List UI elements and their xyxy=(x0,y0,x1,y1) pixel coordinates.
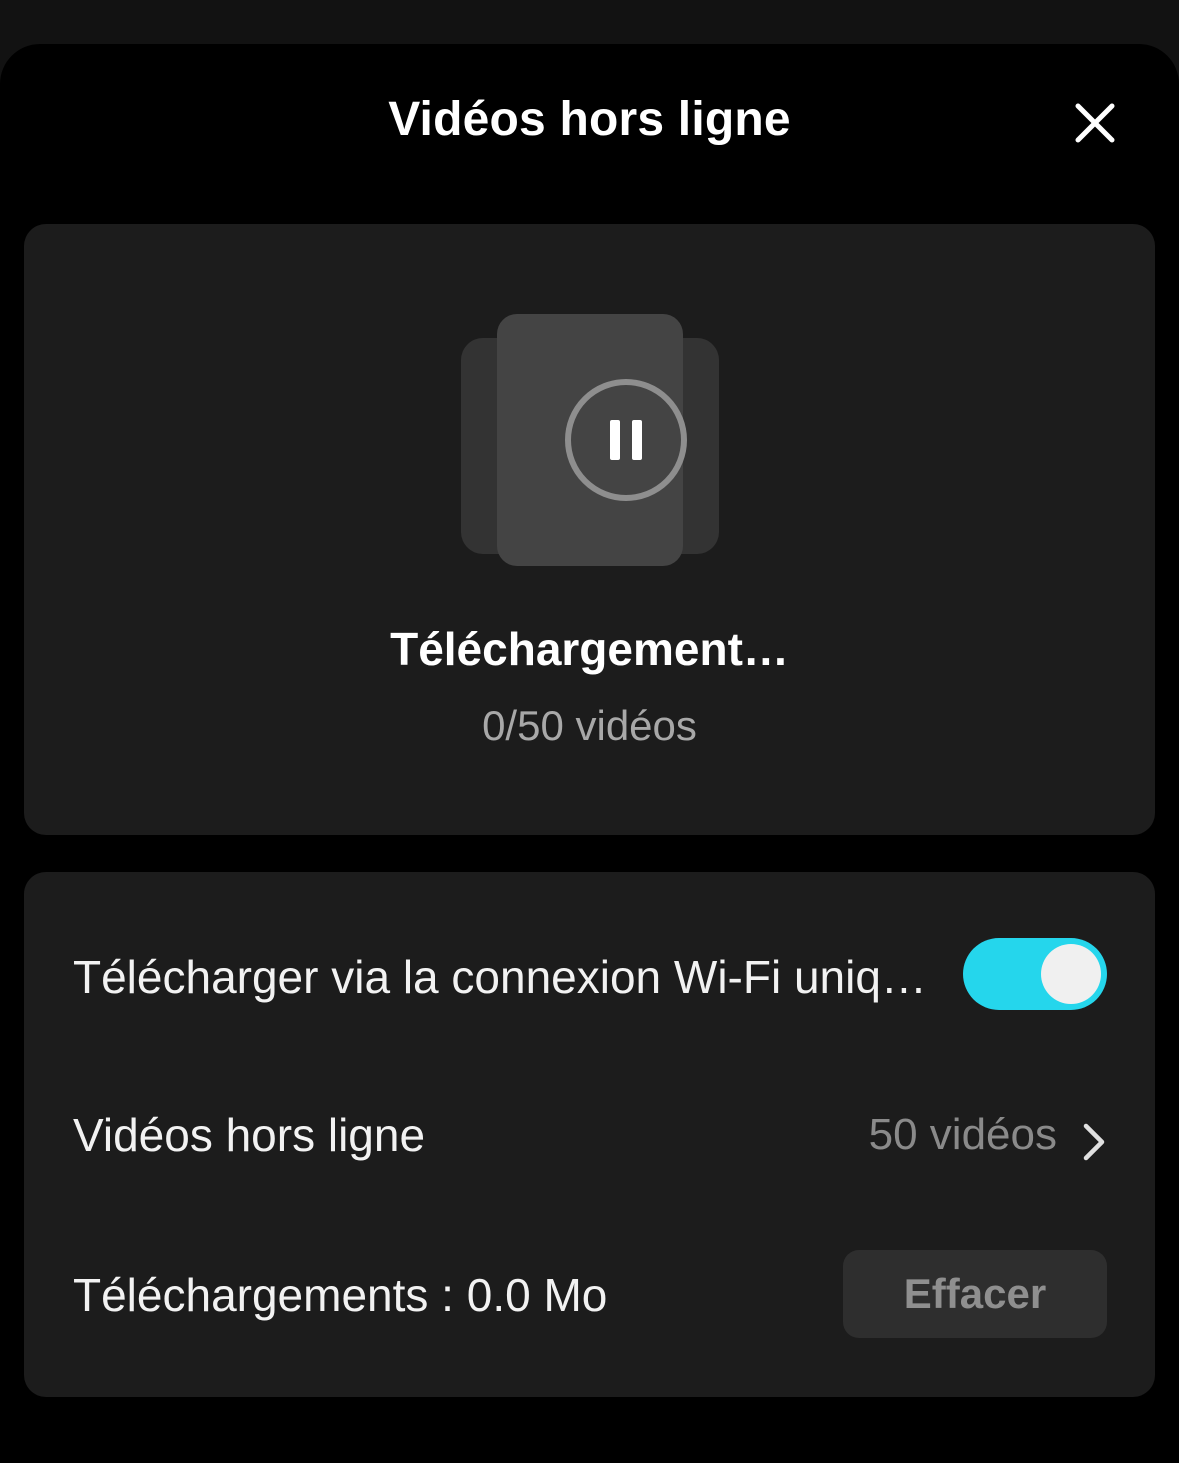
close-button[interactable] xyxy=(1066,94,1124,152)
close-icon xyxy=(1075,103,1115,143)
stack-front-card xyxy=(497,314,687,566)
offline-videos-count: 50 vidéos xyxy=(868,1110,1057,1159)
pause-icon xyxy=(565,379,687,501)
settings-card: Télécharger via la connexion Wi-Fi uniqu… xyxy=(24,872,1155,1397)
download-status-card: Téléchargement… 0/50 vidéos xyxy=(24,224,1155,835)
download-progress-count: 0/50 vidéos xyxy=(482,702,697,749)
storage-label: Téléchargements : 0.0 Mo xyxy=(73,1269,608,1321)
clear-downloads-button[interactable]: Effacer xyxy=(843,1250,1107,1338)
offline-videos-label: Vidéos hors ligne xyxy=(73,1109,426,1161)
video-stack-icon xyxy=(461,314,719,566)
storage-row: Téléchargements : 0.0 Mo Effacer xyxy=(24,1244,1155,1344)
chevron-right-icon xyxy=(1083,1123,1105,1161)
wifi-only-toggle[interactable] xyxy=(963,938,1107,1010)
download-status-text: Téléchargement… xyxy=(390,623,789,675)
wifi-only-label: Télécharger via la connexion Wi-Fi uniqu… xyxy=(73,951,933,1003)
toggle-knob xyxy=(1041,944,1101,1004)
wifi-only-row: Télécharger via la connexion Wi-Fi uniqu… xyxy=(24,926,1155,1026)
offline-videos-sheet: Vidéos hors ligne Téléchargement… 0/50 v… xyxy=(0,44,1179,1463)
offline-videos-row[interactable]: Vidéos hors ligne 50 vidéos xyxy=(24,1084,1155,1184)
sheet-header: Vidéos hors ligne xyxy=(0,44,1179,200)
page-title: Vidéos hors ligne xyxy=(388,93,791,146)
pause-download-button[interactable] xyxy=(564,378,688,502)
